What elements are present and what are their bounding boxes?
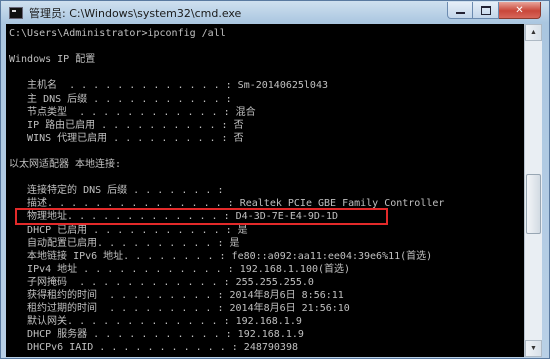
maximize-button[interactable] [473, 2, 499, 19]
console-line: DHCP 服务器 . . . . . . . . . . . : 192.168… [9, 329, 304, 340]
close-icon: ✕ [515, 4, 524, 16]
console-line: 默认网关. . . . . . . . . . . . . : 192.168.… [9, 316, 302, 327]
console-line: C:\Users\Administrator>ipconfig /all [9, 28, 226, 39]
console-line: 以太网适配器 本地连接: [9, 159, 122, 170]
minimize-icon [455, 12, 465, 14]
console-line: DHCP 已启用 . . . . . . . . . . . : 是 [9, 225, 248, 236]
maximize-icon [480, 5, 491, 15]
console-line: IPv4 地址 . . . . . . . . . . . . : 192.16… [9, 264, 351, 275]
console-line: 本地链接 IPv6 地址. . . . . . . . : fe80::a092… [9, 251, 433, 262]
console-line: 租约过期的时间 . . . . . . . . . : 2014年8月6日 21… [9, 303, 350, 314]
scroll-down-arrow-icon: ▼ [530, 345, 537, 352]
scrollbar-thumb[interactable] [526, 174, 541, 234]
console-line: Windows IP 配置 [9, 54, 96, 65]
console-line: 主 DNS 后缀 . . . . . . . . . . . : [9, 94, 232, 105]
physical-address-highlight-box [15, 208, 388, 225]
console-output[interactable]: C:\Users\Administrator>ipconfig /all Wind… [6, 24, 524, 357]
scroll-down-button[interactable]: ▼ [525, 340, 542, 357]
console-line: 主机名 . . . . . . . . . . . . . : Sm-20140… [9, 80, 328, 91]
console-line: 获得租约的时间 . . . . . . . . . : 2014年8月6日 8:… [9, 290, 344, 301]
console-line: 节点类型 . . . . . . . . . . . . : 混合 [9, 107, 256, 118]
console-line: 连接特定的 DNS 后缀 . . . . . . . : [9, 185, 224, 196]
title-bar[interactable]: 管理员: C:\Windows\system32\cmd.exe ✕ [1, 1, 549, 25]
scroll-up-button[interactable]: ▲ [525, 24, 542, 41]
minimize-button[interactable] [447, 2, 473, 19]
close-button[interactable]: ✕ [499, 2, 541, 19]
window-title: 管理员: C:\Windows\system32\cmd.exe [29, 7, 242, 20]
cmd-app-icon[interactable] [9, 7, 23, 19]
console-line: 自动配置已启用. . . . . . . . . . : 是 [9, 238, 240, 249]
scroll-up-arrow-icon: ▲ [530, 29, 537, 36]
caption-buttons: ✕ [447, 2, 541, 19]
console-line: DHCPv6 IAID . . . . . . . . . . . : 2487… [9, 342, 298, 353]
console-line: IP 路由已启用 . . . . . . . . . . : 否 [9, 120, 244, 131]
vertical-scrollbar[interactable]: ▲ ▼ [524, 24, 542, 357]
console-line: 子网掩码 . . . . . . . . . . . . : 255.255.2… [9, 277, 314, 288]
console-line: WINS 代理已启用 . . . . . . . . . : 否 [9, 133, 244, 144]
